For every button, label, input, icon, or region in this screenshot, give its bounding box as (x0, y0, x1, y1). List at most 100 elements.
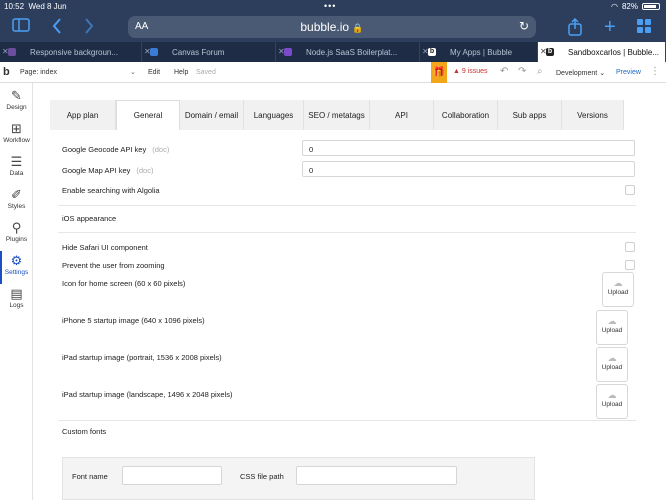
custom-fonts-panel: Font name CSS file path (62, 457, 535, 500)
ios-status-bar: 10:52 Wed 8 Jun ••• ◠ 82% (0, 0, 666, 13)
help-menu[interactable]: Help (174, 69, 188, 76)
settings-icon: ⚙ (10, 253, 23, 268)
tab-collaboration[interactable]: Collaboration (434, 100, 498, 130)
tab-domain-email[interactable]: Domain / email (180, 100, 244, 130)
ipad-portrait-startup-label: iPad startup image (portrait, 1536 x 200… (62, 353, 222, 362)
workflow-icon: ⊞ (11, 121, 22, 136)
plugins-icon: ⚲ (11, 220, 22, 235)
sidebar-item-design[interactable]: ✎ Design (0, 86, 33, 119)
css-file-path-label: CSS file path (240, 472, 284, 481)
design-icon: ✎ (11, 88, 22, 103)
divider (58, 205, 636, 206)
search-icon[interactable]: ⌕ (537, 66, 543, 77)
browser-tab[interactable]: ✕ b My Apps | Bubble (420, 42, 538, 62)
prevent-zoom-label: Prevent the user from zooming (62, 261, 165, 270)
bubble-favicon-icon: b (546, 48, 554, 56)
saved-status: Saved (196, 69, 216, 76)
issues-indicator[interactable]: ▲ 9 issues (453, 68, 488, 75)
sidebar-item-data[interactable]: ☰ Data (0, 152, 33, 185)
settings-tab-bar: App plan General Domain / email Language… (50, 100, 624, 130)
multitasking-dots-icon[interactable]: ••• (324, 1, 336, 11)
new-tab-icon[interactable]: + (604, 17, 616, 37)
tab-favicon-icon (150, 48, 158, 56)
sidebar-toggle-icon[interactable] (12, 18, 30, 37)
algolia-checkbox[interactable] (625, 185, 635, 195)
more-options-icon[interactable]: ⋮ (650, 66, 660, 77)
edit-menu[interactable]: Edit (148, 69, 160, 76)
sidebar-item-logs[interactable]: ▤ Logs (0, 284, 33, 317)
url-text: bubble.io 🔒 (300, 20, 364, 34)
safari-toolbar: AA bubble.io 🔒 ↻ + (0, 13, 666, 42)
tab-favicon-icon (8, 48, 16, 56)
browser-tab[interactable]: ✕ Canvas Forum (142, 42, 276, 62)
battery-percent: 82% (621, 2, 638, 11)
geocode-doc-link[interactable]: (doc) (152, 145, 169, 154)
tab-favicon-icon (284, 48, 292, 56)
home-icon-label: Icon for home screen (60 x 60 pixels) (62, 279, 186, 288)
wifi-icon: ◠ (611, 2, 618, 11)
gift-icon[interactable]: 🎁 (431, 62, 447, 83)
preview-button[interactable]: Preview (616, 69, 641, 76)
styles-icon: ✐ (11, 187, 22, 202)
tab-versions[interactable]: Versions (562, 100, 624, 130)
map-doc-link[interactable]: (doc) (136, 166, 153, 175)
custom-fonts-heading: Custom fonts (62, 427, 107, 436)
iphone5-startup-upload-button[interactable]: ☁ Upload (596, 310, 628, 345)
ipad-landscape-upload-button[interactable]: ☁ Upload (596, 384, 628, 419)
home-icon-upload-button[interactable]: ☁ Upload (602, 272, 634, 307)
address-bar[interactable]: AA bubble.io 🔒 ↻ (128, 16, 536, 38)
hide-safari-ui-checkbox[interactable] (625, 242, 635, 252)
tab-app-plan[interactable]: App plan (50, 100, 116, 130)
geocode-api-key-input[interactable]: 0 (302, 140, 635, 156)
browser-tab[interactable]: ✕ Node.js SaaS Boilerplat... (276, 42, 420, 62)
tab-seo-metatags[interactable]: SEO / metatags (304, 100, 370, 130)
geocode-api-key-label: Google Geocode API key (doc) (62, 145, 170, 154)
editor-top-bar: b Page: index ⌄ Edit Help Saved 🎁 ▲ 9 is… (0, 62, 666, 83)
lock-icon: 🔒 (352, 23, 364, 33)
battery-icon (642, 3, 660, 10)
font-name-input[interactable] (122, 466, 222, 485)
map-api-key-input[interactable]: 0 (302, 161, 635, 177)
css-file-path-input[interactable] (296, 466, 457, 485)
page-selector[interactable]: Page: index (20, 69, 57, 76)
upload-cloud-icon: ☁ (607, 316, 617, 326)
logs-icon: ▤ (10, 286, 23, 301)
forward-icon[interactable] (84, 18, 94, 39)
bubble-favicon-icon: b (428, 48, 436, 56)
ipad-landscape-startup-label: iPad startup image (landscape, 1496 x 20… (62, 390, 233, 399)
algolia-label: Enable searching with Algolia (62, 186, 160, 195)
browser-tab[interactable]: ✕ Responsive backgroun... (0, 42, 142, 62)
back-icon[interactable] (52, 18, 62, 39)
sidebar-item-styles[interactable]: ✐ Styles (0, 185, 33, 218)
redo-icon[interactable]: ↷ (518, 66, 526, 77)
tab-general[interactable]: General (116, 100, 180, 130)
ipad-portrait-upload-button[interactable]: ☁ Upload (596, 347, 628, 382)
hide-safari-ui-label: Hide Safari UI component (62, 243, 148, 252)
sidebar-item-workflow[interactable]: ⊞ Workflow (0, 119, 33, 152)
tab-languages[interactable]: Languages (244, 100, 304, 130)
environment-selector[interactable]: Development ⌄ (556, 69, 605, 77)
share-icon[interactable] (568, 17, 582, 41)
iphone5-startup-label: iPhone 5 startup image (640 x 1096 pixel… (62, 316, 205, 325)
map-api-key-label: Google Map API key (doc) (62, 166, 154, 175)
bubble-logo[interactable]: b (3, 66, 15, 78)
data-icon: ☰ (10, 154, 23, 169)
upload-cloud-icon: ☁ (607, 353, 617, 363)
divider (58, 420, 636, 421)
ios-appearance-heading: iOS appearance (62, 214, 117, 223)
browser-tab-active[interactable]: ✕ b Sandboxcarlos | Bubble... (538, 42, 666, 62)
tab-sub-apps[interactable]: Sub apps (498, 100, 562, 130)
sidebar-item-plugins[interactable]: ⚲ Plugins (0, 218, 33, 251)
font-name-label: Font name (72, 472, 108, 481)
chevron-down-icon[interactable]: ⌄ (130, 68, 136, 76)
prevent-zoom-checkbox[interactable] (625, 260, 635, 270)
reload-icon[interactable]: ↻ (519, 19, 529, 33)
divider (58, 232, 636, 233)
tab-api[interactable]: API (370, 100, 434, 130)
sidebar-item-settings[interactable]: ⚙ Settings (0, 251, 33, 284)
browser-tab-bar: ✕ Responsive backgroun... ✕ Canvas Forum… (0, 42, 666, 62)
editor-sidebar: ✎ Design ⊞ Workflow ☰ Data ✐ Styles ⚲ Pl… (0, 83, 33, 500)
upload-cloud-icon: ☁ (613, 278, 623, 288)
tab-overview-icon[interactable] (636, 18, 652, 39)
undo-icon[interactable]: ↶ (500, 66, 508, 77)
